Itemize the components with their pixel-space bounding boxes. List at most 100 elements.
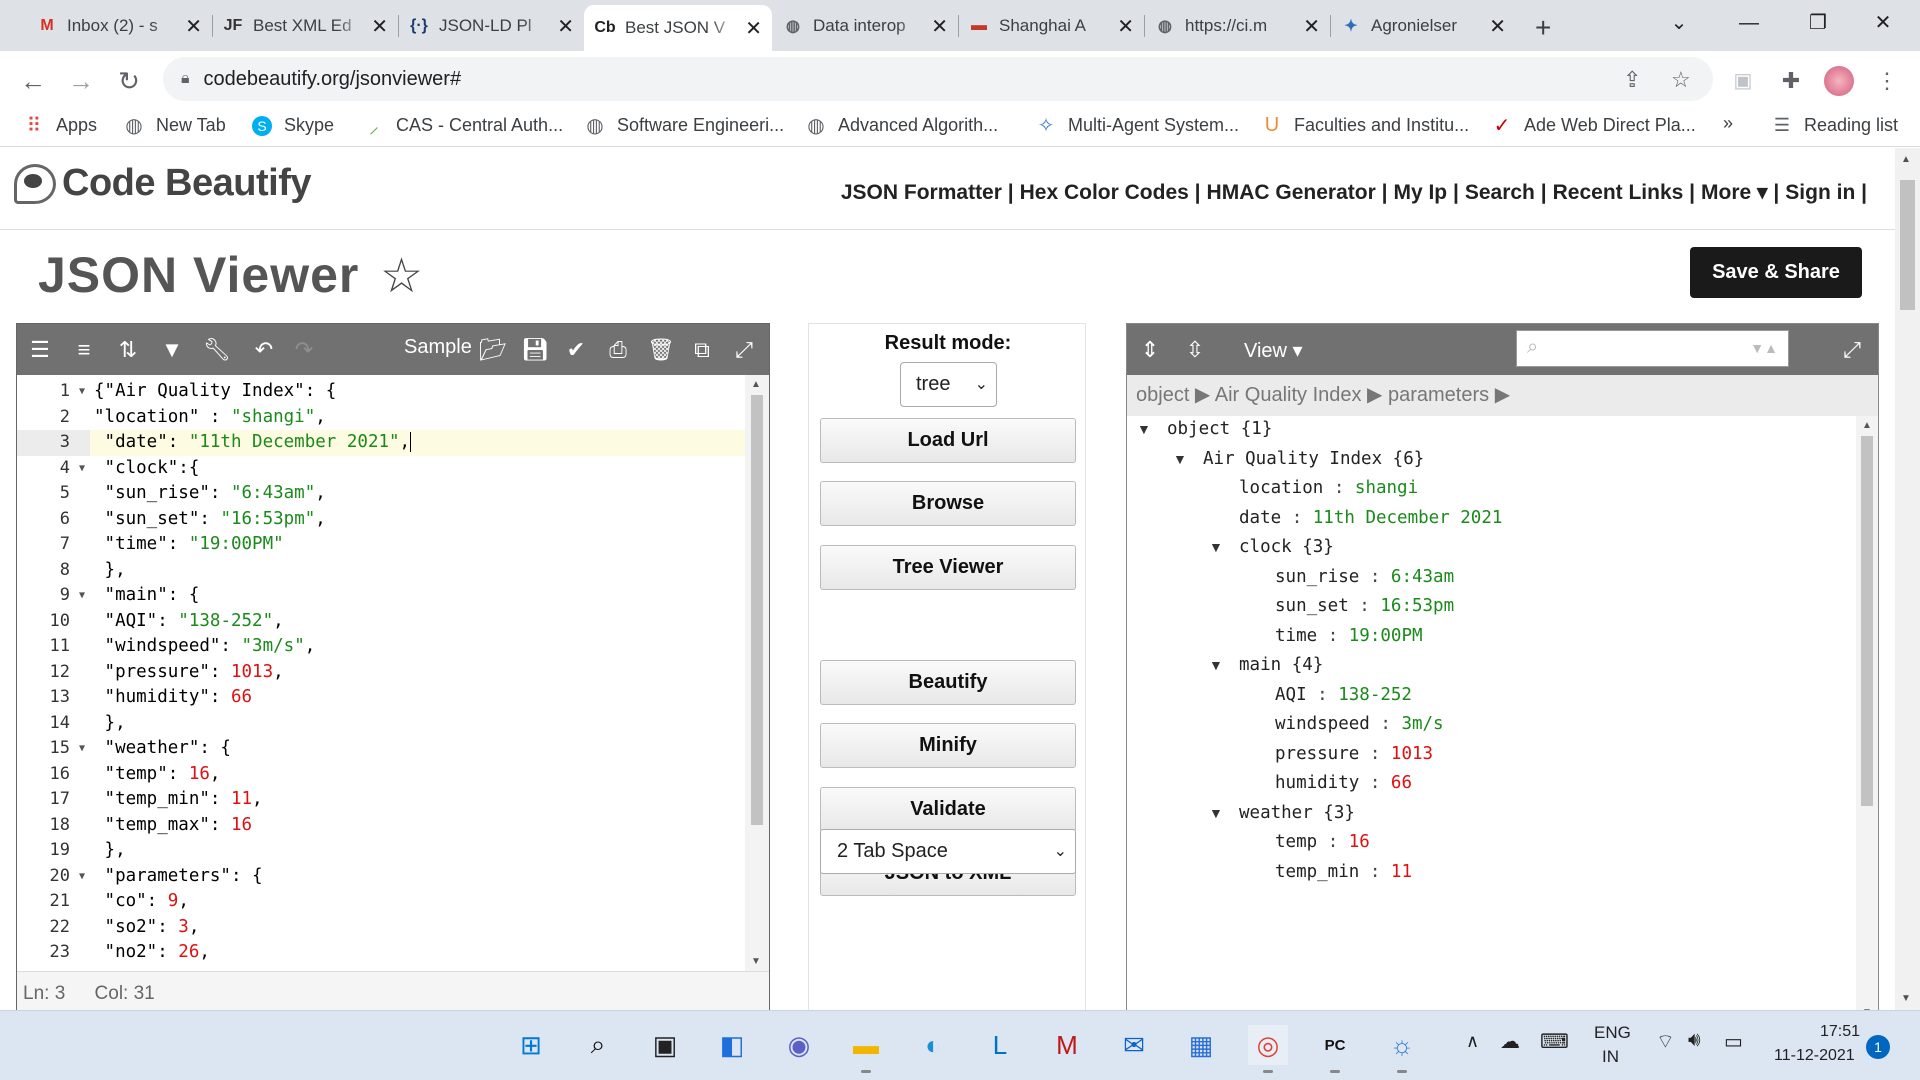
format-icon[interactable]: ☰: [27, 337, 53, 363]
bookmark-item[interactable]: ◍ Software Engineeri...: [585, 115, 784, 137]
scroll-up-icon[interactable]: ▲: [751, 379, 761, 390]
tree-leaf[interactable]: pressure : 1013: [1245, 739, 1433, 769]
tree-leaf[interactable]: date : 11th December 2021: [1209, 503, 1502, 533]
notification-badge[interactable]: 1: [1866, 1035, 1890, 1059]
mcafee-icon[interactable]: M: [1047, 1025, 1087, 1065]
favorite-star-icon[interactable]: ☆: [380, 248, 423, 304]
expand-all-icon[interactable]: ⇕: [1137, 337, 1163, 363]
volume-icon[interactable]: 🔊︎: [1688, 1029, 1701, 1052]
windows-start-icon[interactable]: ⊞: [511, 1025, 551, 1065]
clock-time[interactable]: 17:51: [1820, 1023, 1860, 1041]
bookmark-item[interactable]: ◍ New Tab: [124, 115, 225, 137]
browser-tab[interactable]: ✦ Agronielser ✕: [1330, 7, 1516, 45]
tree-leaf[interactable]: location : shangi: [1209, 473, 1418, 503]
close-tab-icon[interactable]: ✕: [1489, 14, 1506, 39]
editor-scrollbar[interactable]: ▲ ▼: [745, 375, 769, 971]
tree-leaf[interactable]: temp : 16: [1245, 827, 1370, 857]
fold-toggle-icon[interactable]: ▼: [79, 736, 85, 762]
fold-toggle-icon[interactable]: ▼: [79, 456, 85, 482]
bookmark-item[interactable]: U Faculties and Institu...: [1262, 114, 1469, 136]
fold-toggle-icon[interactable]: ▼: [79, 864, 85, 890]
close-tab-icon[interactable]: ✕: [1303, 14, 1320, 39]
search-icon[interactable]: ⌕: [578, 1025, 618, 1065]
nav-link[interactable]: Recent Links |: [1553, 181, 1695, 204]
restore-icon[interactable]: ❐: [1795, 8, 1841, 38]
sort-icon[interactable]: ⇅: [115, 337, 141, 363]
page-scrollbar[interactable]: ▲ ▼: [1895, 148, 1920, 1010]
filter-icon[interactable]: ▼: [159, 337, 185, 363]
tree-scroll-thumb[interactable]: [1861, 436, 1873, 806]
tree-leaf[interactable]: windspeed : 3m/s: [1245, 709, 1444, 739]
tree-breadcrumb[interactable]: object ▶ Air Quality Index ▶ parameters …: [1127, 375, 1878, 416]
bookmark-item[interactable]: S Skype: [252, 115, 334, 136]
edge-icon[interactable]: ◐: [913, 1025, 953, 1065]
delete-trash-icon[interactable]: 🗑︎: [647, 337, 675, 363]
pycharm-icon[interactable]: PC: [1315, 1025, 1355, 1073]
nav-link[interactable]: More ▾ |: [1701, 181, 1779, 204]
browser-tab[interactable]: ◍ Data interop ✕: [772, 7, 958, 45]
tree-leaf[interactable]: time : 19:00PM: [1245, 621, 1423, 651]
tree-leaf[interactable]: sun_set : 16:53pm: [1245, 591, 1454, 621]
reload-icon[interactable]: ↻: [112, 64, 146, 98]
undo-icon[interactable]: ↶: [251, 337, 277, 363]
bookmark-star-icon[interactable]: ☆: [1671, 67, 1691, 93]
expand-toggle-icon[interactable]: ▼: [1209, 798, 1239, 828]
nav-link[interactable]: Sign in |: [1785, 181, 1867, 204]
tree-leaf[interactable]: sun_rise : 6:43am: [1245, 562, 1454, 592]
search-next-prev-icon[interactable]: ▼▲: [1750, 340, 1778, 356]
close-tab-icon[interactable]: ✕: [1117, 14, 1134, 39]
weather-app-icon[interactable]: ☼: [1382, 1025, 1422, 1073]
store-icon[interactable]: ▦: [1181, 1025, 1221, 1065]
browser-tab[interactable]: M Inbox (2) - s ✕: [26, 7, 212, 45]
tree-viewer-button[interactable]: Tree Viewer: [820, 545, 1076, 590]
scroll-down-icon[interactable]: ▼: [751, 956, 761, 967]
view-menu[interactable]: View ▾: [1244, 338, 1303, 363]
forward-icon[interactable]: →: [64, 64, 98, 98]
minimize-icon[interactable]: —: [1726, 8, 1772, 38]
browse-button[interactable]: Browse: [820, 481, 1076, 526]
extensions-puzzle-icon[interactable]: ✚: [1774, 64, 1808, 98]
expand-toggle-icon[interactable]: ▼: [1209, 532, 1239, 562]
tree-leaf[interactable]: temp_min : 11: [1245, 857, 1412, 887]
tree-node[interactable]: ▼ object {1}: [1137, 416, 1272, 444]
tab-space-select[interactable]: 2 Tab Space ⌄: [820, 829, 1076, 874]
scroll-down-icon[interactable]: ▼: [1901, 993, 1911, 1004]
lync-icon[interactable]: L: [980, 1025, 1020, 1065]
nav-link[interactable]: My Ip |: [1393, 181, 1458, 204]
tree-leaf[interactable]: AQI : 138-252: [1245, 680, 1412, 710]
back-icon[interactable]: ←: [16, 64, 50, 98]
nav-link[interactable]: HMAC Generator |: [1207, 181, 1388, 204]
save-disk-icon[interactable]: 💾︎: [521, 337, 549, 363]
fullscreen-icon[interactable]: ⤢: [731, 337, 757, 363]
editor-scroll-thumb[interactable]: [751, 395, 763, 825]
tab-search-icon[interactable]: ⌄: [1656, 8, 1702, 38]
open-folder-icon[interactable]: 📂︎: [479, 337, 507, 363]
repair-wrench-icon[interactable]: 🔧︎: [203, 337, 231, 363]
expand-toggle-icon[interactable]: ▼: [1173, 444, 1203, 474]
beautify-button[interactable]: Beautify: [820, 660, 1076, 705]
fullscreen-icon[interactable]: ⤢: [1839, 337, 1865, 363]
load-url-button[interactable]: Load Url: [820, 418, 1076, 463]
tree-search-input[interactable]: ⌕ ▼▲: [1516, 330, 1789, 367]
profile-avatar[interactable]: [1822, 64, 1856, 98]
bookmark-item[interactable]: ◍ Advanced Algorith...: [806, 115, 998, 137]
tree-scrollbar[interactable]: ▲ ▼: [1856, 416, 1878, 1010]
reading-list[interactable]: ☰ Reading list: [1772, 115, 1898, 136]
widgets-icon[interactable]: ◧: [712, 1025, 752, 1065]
browser-tab[interactable]: Cb Best JSON V ✕: [584, 5, 772, 51]
sample-button[interactable]: Sample: [404, 336, 472, 359]
nav-link[interactable]: Search |: [1465, 181, 1547, 204]
print-icon[interactable]: ⎙: [605, 337, 631, 363]
site-logo[interactable]: Code Beautify: [14, 162, 311, 205]
bookmarks-overflow[interactable]: »: [1723, 113, 1733, 134]
page-scroll-thumb[interactable]: [1900, 180, 1915, 310]
clock-date[interactable]: 11-12-2021: [1774, 1047, 1855, 1065]
redo-icon[interactable]: ↷: [291, 337, 317, 363]
nav-link[interactable]: JSON Formatter |: [841, 181, 1014, 204]
validate-button[interactable]: Validate: [820, 787, 1076, 832]
share-icon[interactable]: ⇪: [1623, 67, 1641, 93]
collapse-all-icon[interactable]: ⇳: [1182, 337, 1208, 363]
wifi-icon[interactable]: ⌔: [1656, 1029, 1675, 1054]
expand-toggle-icon[interactable]: ▼: [1209, 650, 1239, 680]
copy-icon[interactable]: ⧉: [689, 337, 715, 363]
